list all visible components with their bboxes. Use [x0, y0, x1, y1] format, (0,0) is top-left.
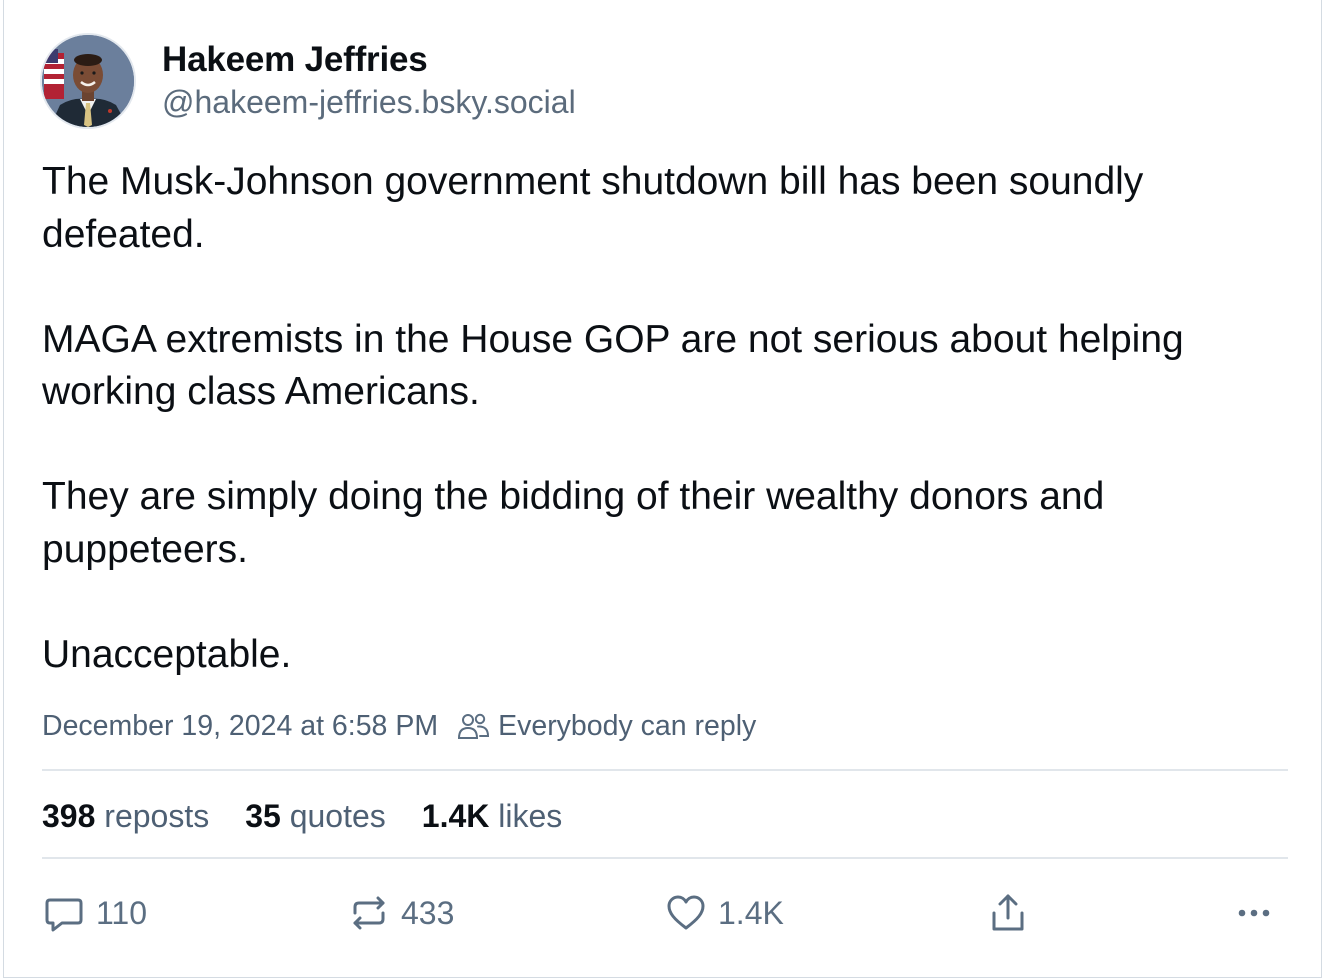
post-card: Hakeem Jeffries @hakeem-jeffries.bsky.so…: [3, 0, 1322, 978]
reply-setting: Everybody can reply: [456, 710, 756, 743]
divider: [42, 857, 1288, 859]
post-paragraph: Unacceptable.: [42, 632, 292, 676]
author-avatar[interactable]: [42, 35, 134, 127]
engagement-stats: 398 reposts 35 quotes 1.4K likes: [42, 794, 598, 838]
share-icon: [992, 894, 1024, 931]
more-options-button[interactable]: [1232, 890, 1286, 936]
author-display-name[interactable]: Hakeem Jeffries: [162, 40, 428, 80]
quotes-count: 35: [245, 797, 281, 834]
post-paragraph: MAGA extremists in the House GOP are not…: [42, 317, 1184, 414]
like-button[interactable]: 1.4K: [664, 890, 784, 936]
divider: [42, 769, 1288, 771]
avatar-photo: [42, 35, 134, 127]
like-count: 1.4K: [718, 894, 784, 931]
reply-button[interactable]: 110: [42, 890, 147, 936]
reply-count: 110: [96, 894, 148, 931]
post-text: The Musk-Johnson government shutdown bil…: [42, 156, 1292, 681]
reposts-stat[interactable]: 398 reposts: [42, 798, 209, 835]
likes-count: 1.4K: [421, 797, 490, 834]
post-timestamp[interactable]: December 19, 2024 at 6:58 PM: [42, 710, 438, 743]
author-handle[interactable]: @hakeem-jeffries.bsky.social: [162, 84, 576, 121]
share-button[interactable]: [986, 890, 1040, 936]
heart-icon: [667, 895, 705, 930]
likes-label: likes: [498, 797, 563, 834]
post-paragraph: The Musk-Johnson government shutdown bil…: [42, 160, 1144, 256]
quotes-stat[interactable]: 35 quotes: [245, 798, 386, 835]
reposts-count: 398: [42, 797, 96, 834]
reposts-label: reposts: [104, 797, 210, 834]
quotes-label: quotes: [289, 797, 386, 834]
repost-count: 433: [401, 894, 455, 931]
repost-button[interactable]: 433: [347, 890, 454, 936]
repost-icon: [353, 896, 385, 930]
more-icon: [1238, 909, 1270, 917]
reply-setting-label: Everybody can reply: [498, 709, 757, 742]
reply-icon: [45, 898, 83, 932]
post-meta: December 19, 2024 at 6:58 PM Everybody c…: [42, 706, 756, 746]
post-paragraph: They are simply doing the bidding of the…: [42, 475, 1105, 571]
likes-stat[interactable]: 1.4K likes: [422, 798, 563, 835]
people-icon: [458, 713, 490, 739]
